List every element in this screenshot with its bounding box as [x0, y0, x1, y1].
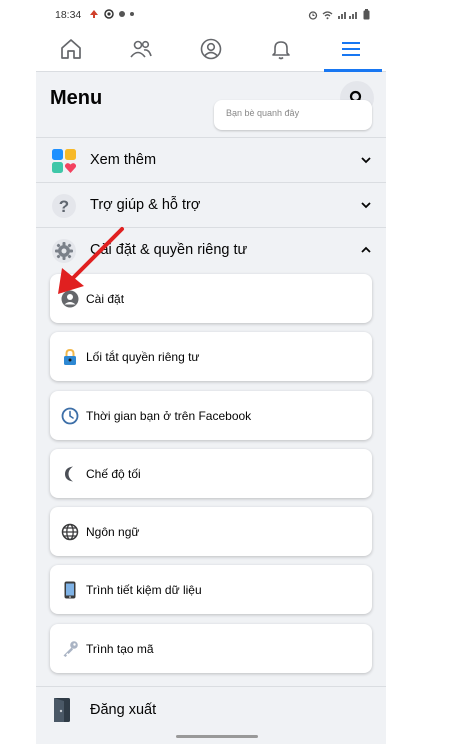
chevron-down-icon [361, 157, 371, 164]
status-time: 18:34 [55, 9, 82, 21]
moon-icon [65, 466, 73, 482]
menu-item-label: Lối tắt quyền riêng tư [86, 350, 200, 364]
privacy-lock-icon [64, 348, 76, 365]
top-tab-bar [36, 26, 386, 72]
page-title: Menu [50, 87, 103, 109]
section-help[interactable]: ? Trợ giúp & hỗ trợ [36, 182, 386, 227]
tab-home[interactable] [36, 26, 106, 71]
battery-icon [363, 9, 370, 20]
section-label-see-more: Xem thêm [90, 152, 157, 168]
signal-icon [338, 11, 357, 19]
bell-icon [272, 40, 290, 59]
account-settings-icon [61, 290, 79, 308]
status-system-icons [308, 9, 370, 20]
friends-icon [130, 40, 152, 58]
alarm-icon [308, 10, 318, 20]
help-icon: ? [52, 194, 76, 218]
more-dot-icon [130, 12, 134, 16]
phone-icon [64, 581, 76, 599]
logout-row[interactable]: Đăng xuất [36, 686, 386, 732]
profile-icon [200, 38, 222, 59]
home-icon [61, 38, 81, 59]
see-more-icon [52, 149, 77, 173]
tab-menu[interactable] [316, 26, 386, 72]
clock-icon [61, 407, 79, 425]
menu-item-data-saver[interactable]: Trình tiết kiệm dữ liệu [50, 565, 372, 614]
section-settings-privacy[interactable]: Cài đặt & quyền riêng tư [36, 227, 386, 272]
menu-item-label: Ngôn ngữ [86, 525, 140, 539]
menu-item-settings[interactable]: Cài đặt [50, 274, 372, 323]
shortcut-card-label: Bạn bè quanh đây [226, 108, 300, 118]
section-see-more[interactable]: Xem thêm [36, 137, 386, 182]
logout-door-icon [54, 698, 70, 722]
logout-label: Đăng xuất [90, 702, 157, 718]
chevron-down-icon [361, 202, 371, 209]
globe-icon [61, 523, 79, 541]
menu-item-label: Chế độ tối [86, 467, 141, 481]
key-icon [63, 641, 78, 657]
section-label-settings-privacy: Cài đặt & quyền riêng tư [90, 242, 248, 258]
hamburger-icon [342, 41, 360, 56]
menu-item-time-on-facebook[interactable]: Thời gian bạn ở trên Facebook [50, 391, 372, 440]
menu-item-label: Cài đặt [86, 292, 125, 306]
menu-item-label: Trình tiết kiệm dữ liệu [86, 583, 202, 597]
svg-text:?: ? [59, 197, 69, 216]
menu-item-privacy-shortcuts[interactable]: Lối tắt quyền riêng tư [50, 332, 372, 381]
menu-item-label: Thời gian bạn ở trên Facebook [86, 409, 252, 423]
tab-notifications[interactable] [246, 26, 316, 71]
phone-screen: 18:34 Menu Bạn bè quanh đây Xem thêm ? T… [36, 0, 386, 744]
settings-gear-icon [52, 239, 76, 263]
home-indicator [176, 735, 258, 738]
section-label-help: Trợ giúp & hỗ trợ [90, 197, 201, 213]
menu-item-code-generator[interactable]: Trình tạo mã [50, 624, 372, 673]
tab-friends[interactable] [106, 26, 176, 71]
wifi-icon [322, 10, 333, 19]
app-badge-icon [104, 9, 114, 19]
tab-profile[interactable] [176, 26, 246, 71]
menu-item-label: Trình tạo mã [86, 642, 154, 656]
menu-item-language[interactable]: Ngôn ngữ [50, 507, 372, 556]
messenger-dot-icon [119, 11, 125, 17]
chevron-up-icon [361, 246, 371, 253]
shortcut-card-partial[interactable]: Bạn bè quanh đây [214, 100, 372, 130]
status-bar: 18:34 [36, 0, 386, 26]
upload-icon [90, 10, 98, 18]
status-notification-icons [89, 9, 134, 19]
menu-item-dark-mode[interactable]: Chế độ tối [50, 449, 372, 498]
